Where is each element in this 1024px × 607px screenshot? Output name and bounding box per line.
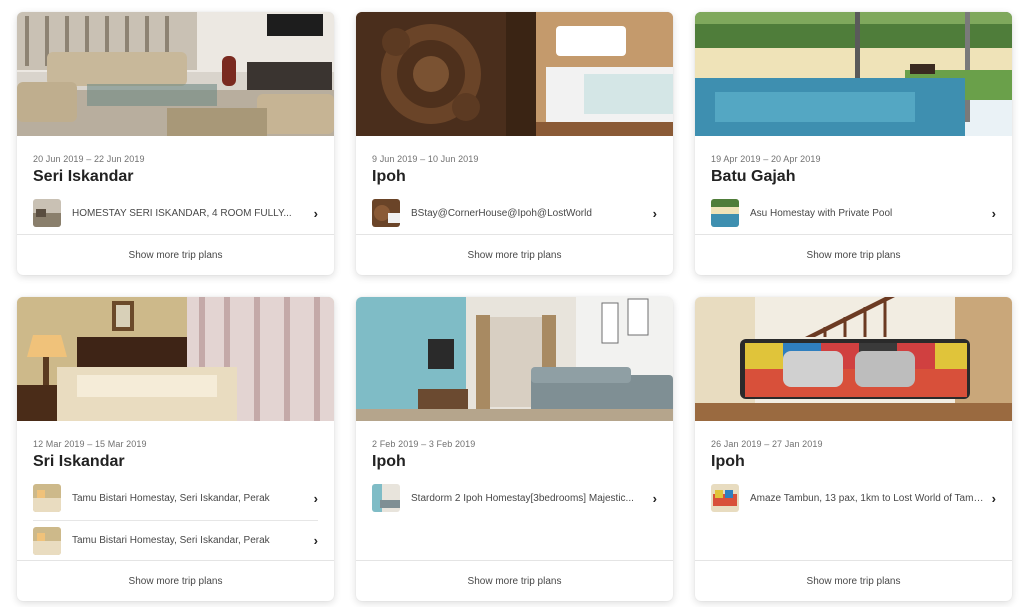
trip-photo[interactable] [695,12,1012,136]
listing-thumbnail [711,199,739,227]
listing-thumbnail [372,484,400,512]
listing-thumbnail [372,199,400,227]
chevron-right-icon[interactable]: › [984,207,996,220]
trip-dates: 12 Mar 2019 – 15 Mar 2019 [33,439,147,449]
listing-item[interactable]: Tamu Bistari Homestay, Seri Iskandar, Pe… [33,520,318,560]
trip-city[interactable]: Ipoh [372,168,406,186]
show-more-button[interactable]: Show more trip plans [695,234,1012,275]
chevron-right-icon[interactable]: › [306,207,318,220]
trip-city[interactable]: Seri Iskandar [33,168,134,186]
listing-title: Asu Homestay with Private Pool [750,207,893,219]
listing-title: Tamu Bistari Homestay, Seri Iskandar, Pe… [72,535,270,546]
trip-city[interactable]: Ipoh [372,453,406,471]
trip-city[interactable]: Batu Gajah [711,168,795,186]
trip-card[interactable]: 9 Jun 2019 – 10 Jun 2019 Ipoh BStay@Corn… [356,12,673,275]
listing-item[interactable]: Tamu Bistari Homestay, Seri Iskandar, Pe… [33,478,318,518]
chevron-right-icon[interactable]: › [306,492,318,505]
listing-item[interactable]: Asu Homestay with Private Pool › [711,193,996,233]
listing-title: Tamu Bistari Homestay, Seri Iskandar, Pe… [72,492,270,504]
show-more-button[interactable]: Show more trip plans [17,234,334,275]
trip-dates: 20 Jun 2019 – 22 Jun 2019 [33,154,145,164]
trip-dates: 19 Apr 2019 – 20 Apr 2019 [711,154,821,164]
chevron-right-icon[interactable]: › [306,534,318,547]
listing-title: Amaze Tambun, 13 pax, 1km to Lost World … [750,492,984,504]
chevron-right-icon[interactable]: › [645,207,657,220]
listing-thumbnail [711,484,739,512]
trip-card[interactable]: 2 Feb 2019 – 3 Feb 2019 Ipoh Stardorm 2 … [356,297,673,601]
trip-card[interactable]: 12 Mar 2019 – 15 Mar 2019 Sri Iskandar T… [17,297,334,601]
listing-item[interactable]: Amaze Tambun, 13 pax, 1km to Lost World … [711,478,996,518]
trip-dates: 9 Jun 2019 – 10 Jun 2019 [372,154,479,164]
listing-item[interactable]: HOMESTAY SERI ISKANDAR, 4 ROOM FULLY... … [33,193,318,233]
show-more-button[interactable]: Show more trip plans [17,560,334,601]
show-more-button[interactable]: Show more trip plans [356,234,673,275]
chevron-right-icon[interactable]: › [645,492,657,505]
listing-item[interactable]: Stardorm 2 Ipoh Homestay[3bedrooms] Maje… [372,478,657,518]
trips-grid: 20 Jun 2019 – 22 Jun 2019 Seri Iskandar … [0,0,1024,607]
trip-dates: 26 Jan 2019 – 27 Jan 2019 [711,439,823,449]
listing-title: Stardorm 2 Ipoh Homestay[3bedrooms] Maje… [411,492,634,504]
listing-thumbnail [33,199,61,227]
trip-photo[interactable] [356,12,673,136]
listing-thumbnail [33,484,61,512]
trip-dates: 2 Feb 2019 – 3 Feb 2019 [372,439,476,449]
trip-photo[interactable] [17,297,334,421]
listing-item[interactable]: BStay@CornerHouse@Ipoh@LostWorld › [372,193,657,233]
trip-photo[interactable] [17,12,334,136]
listing-thumbnail [33,526,61,555]
trip-card[interactable]: 26 Jan 2019 – 27 Jan 2019 Ipoh Amaze Tam… [695,297,1012,601]
chevron-right-icon[interactable]: › [984,492,996,505]
listing-title: HOMESTAY SERI ISKANDAR, 4 ROOM FULLY... [72,207,292,219]
trip-photo[interactable] [356,297,673,421]
trip-city[interactable]: Sri Iskandar [33,453,125,471]
trip-photo[interactable] [695,297,1012,421]
trip-city[interactable]: Ipoh [711,453,745,471]
listing-title: BStay@CornerHouse@Ipoh@LostWorld [411,207,592,219]
show-more-button[interactable]: Show more trip plans [695,560,1012,601]
show-more-button[interactable]: Show more trip plans [356,560,673,601]
trip-card[interactable]: 20 Jun 2019 – 22 Jun 2019 Seri Iskandar … [17,12,334,275]
trip-card[interactable]: 19 Apr 2019 – 20 Apr 2019 Batu Gajah Asu… [695,12,1012,275]
